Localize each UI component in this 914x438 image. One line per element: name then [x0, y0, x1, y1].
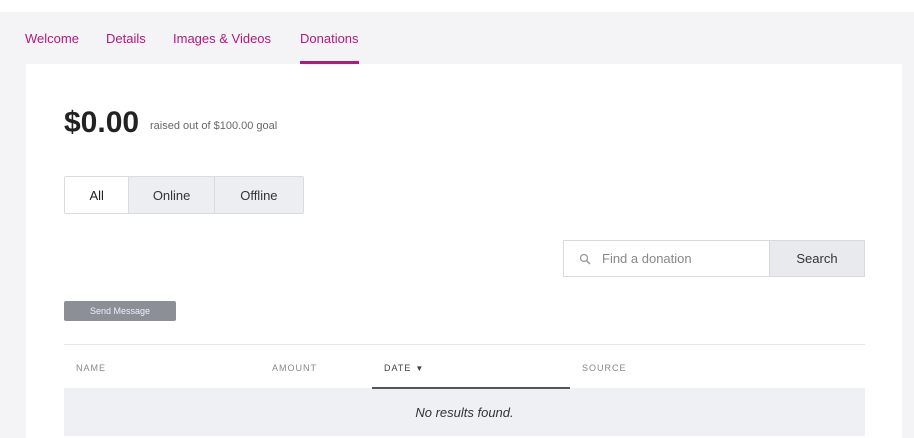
empty-state-row: No results found.: [64, 388, 865, 436]
tab-welcome[interactable]: Welcome: [25, 31, 79, 46]
sort-desc-icon: ▼: [415, 364, 425, 373]
empty-state-text: No results found.: [415, 404, 514, 420]
column-date-label: DATE: [384, 363, 412, 373]
filter-online[interactable]: Online: [128, 177, 214, 213]
tab-images-videos[interactable]: Images & Videos: [173, 31, 271, 46]
tab-details[interactable]: Details: [106, 31, 146, 46]
search-button[interactable]: Search: [769, 240, 865, 277]
tab-donations[interactable]: Donations: [300, 31, 359, 64]
search-input[interactable]: [602, 251, 762, 266]
search-box: [563, 240, 769, 277]
sort-indicator: [372, 387, 570, 389]
goal-text: raised out of $100.00 goal: [150, 120, 278, 132]
column-source[interactable]: SOURCE: [582, 363, 627, 373]
top-bar: [0, 0, 914, 12]
raised-amount: $0.00: [64, 106, 140, 139]
column-amount[interactable]: AMOUNT: [272, 363, 317, 373]
search-icon: [574, 248, 596, 270]
donations-table: NAME AMOUNT DATE ▼ SOURCE No results foun…: [64, 344, 865, 436]
donation-filter: All Online Offline: [64, 176, 304, 214]
donations-panel: $0.00 raised out of $100.00 goal All Onl…: [26, 64, 902, 438]
filter-offline[interactable]: Offline: [213, 177, 303, 213]
column-name[interactable]: NAME: [76, 363, 106, 373]
tab-bar: Welcome Details Images & Videos Donation…: [0, 12, 914, 64]
column-date[interactable]: DATE ▼: [384, 363, 424, 373]
table-header: NAME AMOUNT DATE ▼ SOURCE: [64, 344, 865, 389]
send-message-button[interactable]: Send Message: [64, 301, 176, 321]
filter-all[interactable]: All: [65, 177, 129, 213]
